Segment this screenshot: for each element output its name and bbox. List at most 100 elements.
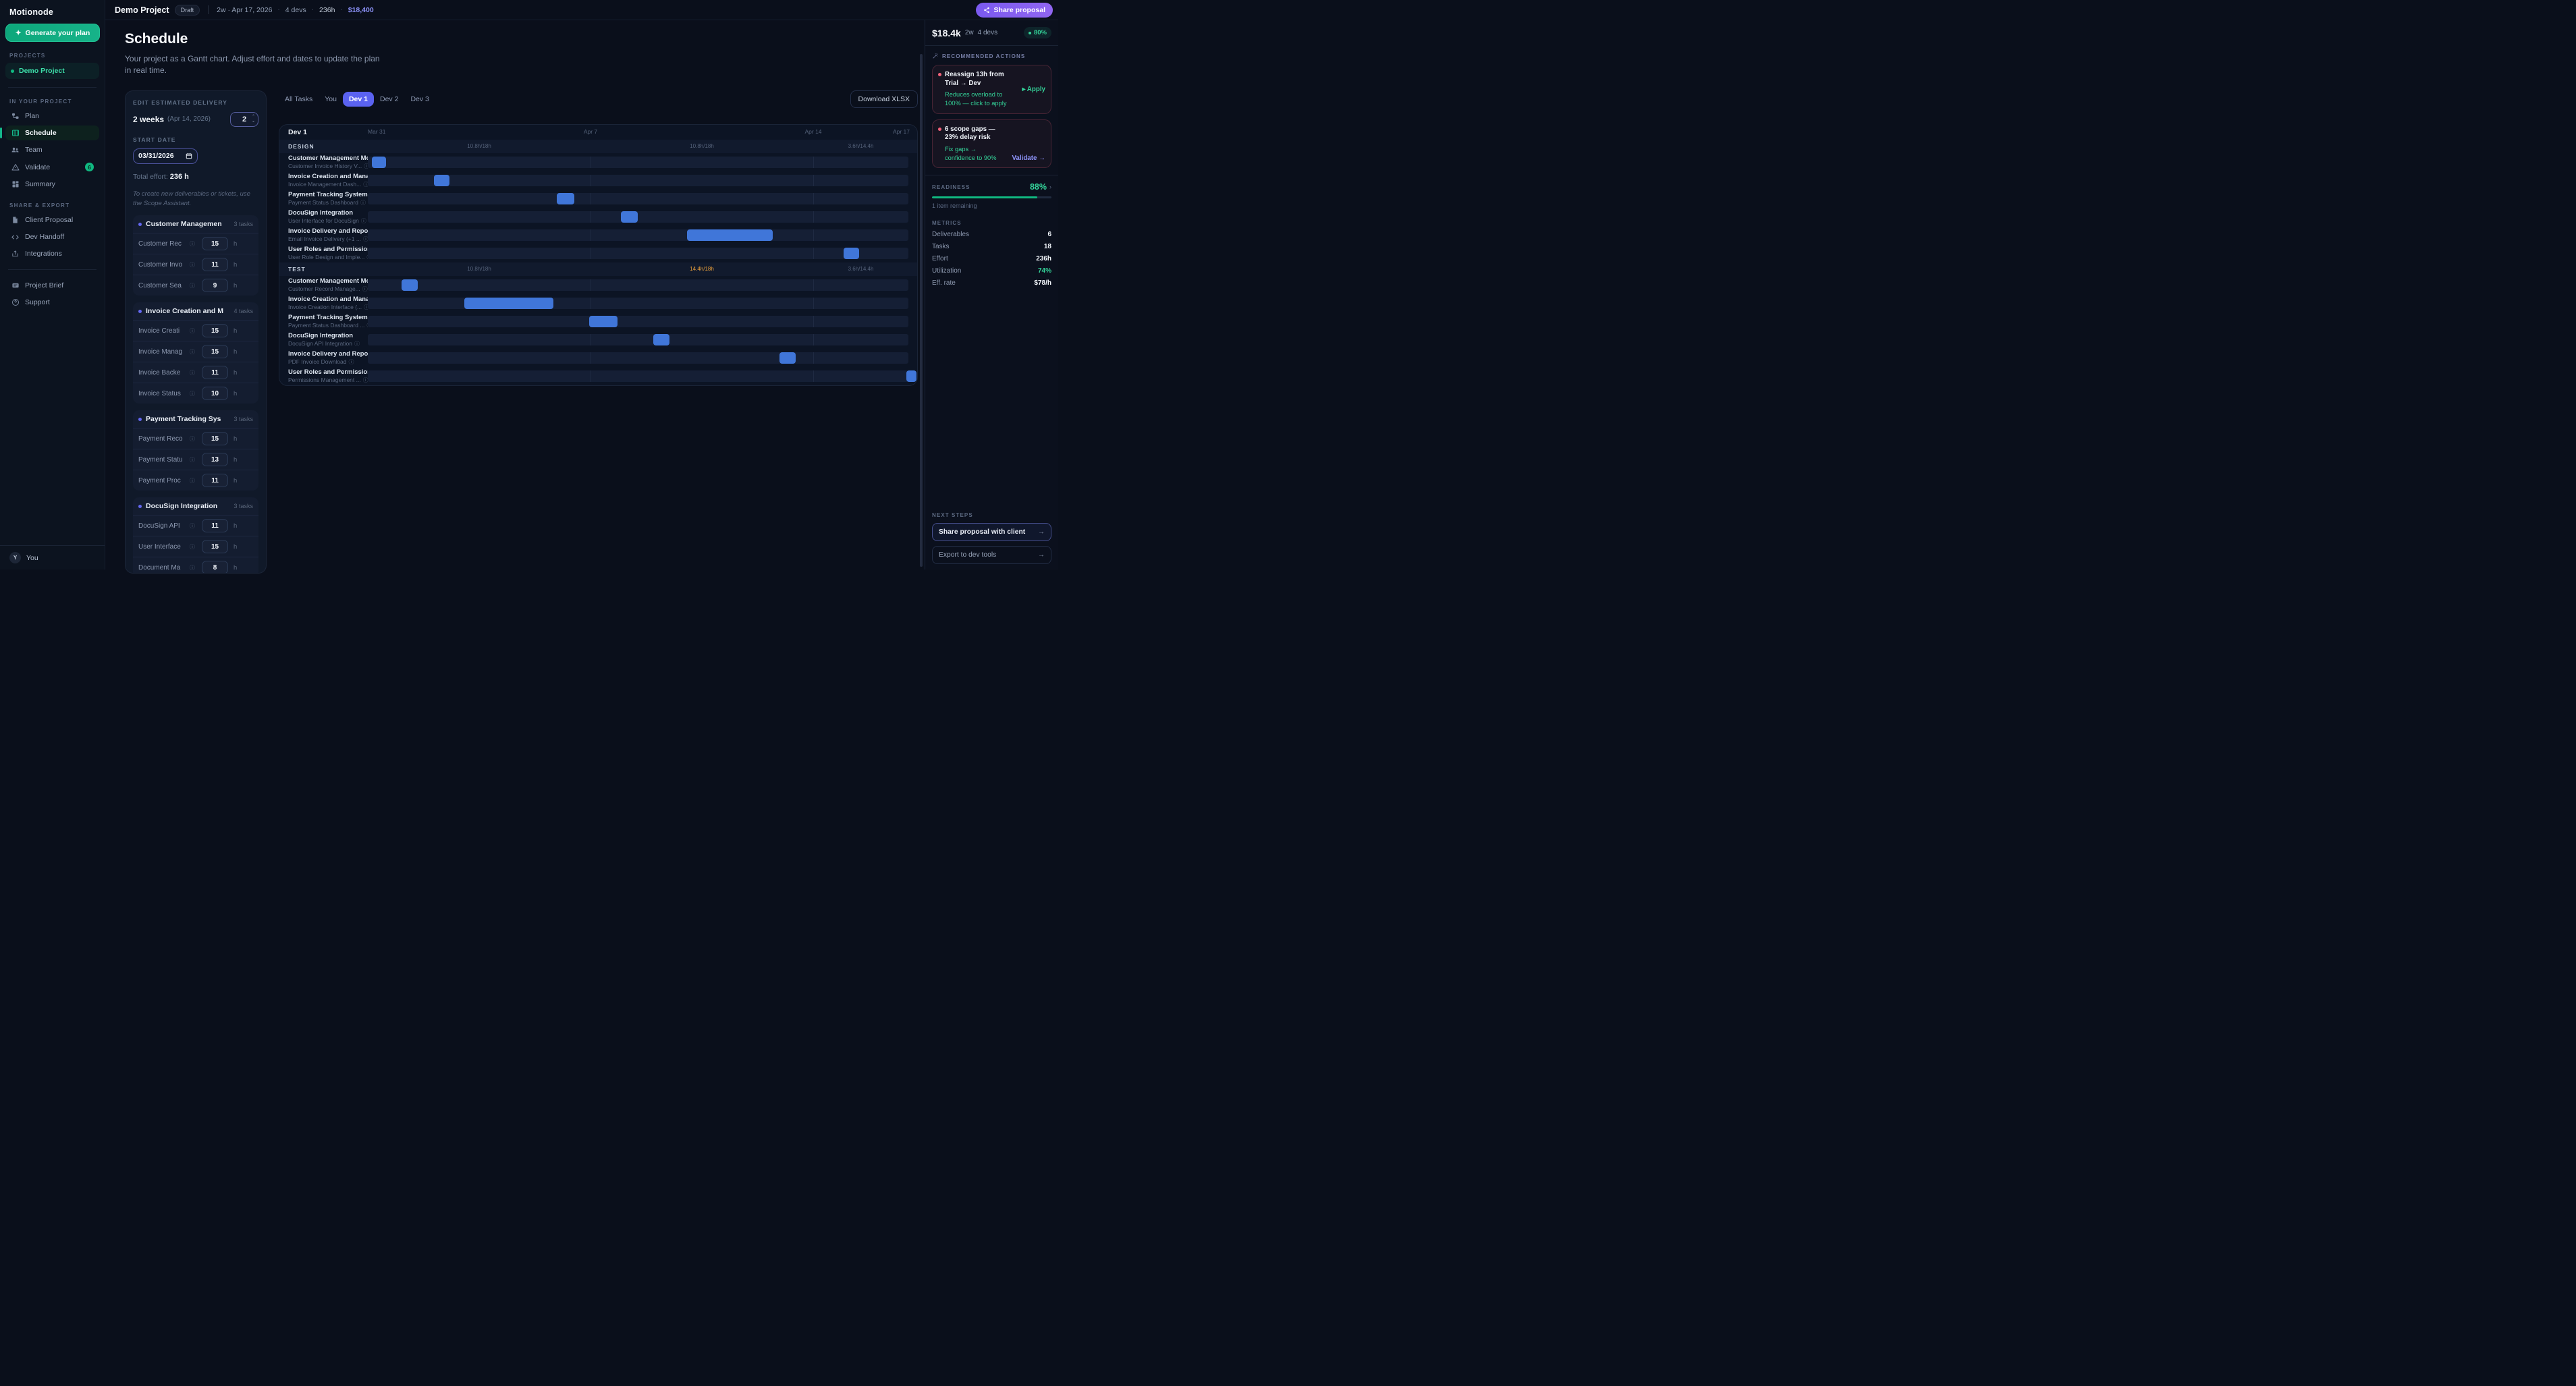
tab-all-tasks[interactable]: All Tasks	[279, 92, 319, 107]
tab-dev-3[interactable]: Dev 3	[404, 92, 435, 107]
hours-unit: h	[234, 348, 237, 356]
share-proposal-button[interactable]: Share proposal	[976, 3, 1053, 18]
gantt-bar[interactable]	[464, 298, 553, 309]
info-icon[interactable]: ⓘ	[190, 543, 195, 551]
info-icon[interactable]: ⓘ	[190, 369, 195, 377]
gantt-bar[interactable]	[653, 334, 669, 345]
gantt-bar[interactable]	[906, 370, 916, 382]
info-icon[interactable]: ⓘ	[363, 181, 368, 188]
info-icon[interactable]: ⓘ	[190, 348, 195, 356]
metric-row: Tasks18	[932, 243, 1051, 250]
sidebar-item-demo-project[interactable]: Demo Project	[5, 63, 99, 79]
group-task-count: 3 tasks	[234, 221, 253, 227]
sidebar-item-label: Schedule	[25, 129, 57, 137]
download-xlsx-button[interactable]: Download XLSX	[850, 90, 918, 108]
export-dev-tools-button[interactable]: Export to dev tools →	[932, 546, 1051, 564]
gantt-header: Dev 1 Mar 31 Apr 7 Apr 14 Apr 17	[279, 125, 917, 140]
info-icon[interactable]: ⓘ	[362, 285, 368, 293]
sidebar-item-dev-handoff[interactable]: Dev Handoff	[5, 229, 99, 244]
sidebar-item-team[interactable]: Team	[5, 142, 99, 157]
task-label: Invoice Status	[138, 390, 187, 397]
task-hours-input[interactable]: 8	[202, 561, 228, 573]
validate-link[interactable]: Validate →	[1012, 155, 1045, 162]
gantt-bar[interactable]	[621, 211, 638, 223]
task-hours-input[interactable]: 15	[202, 540, 228, 553]
gantt-bar[interactable]	[589, 316, 618, 327]
gantt-bar[interactable]	[402, 279, 418, 291]
info-icon[interactable]: ⓘ	[190, 477, 195, 484]
task-hours-input[interactable]: 15	[202, 345, 228, 358]
sidebar-item-schedule[interactable]: Schedule	[5, 126, 99, 140]
task-hours-input[interactable]: 15	[202, 324, 228, 337]
info-icon[interactable]: ⓘ	[190, 564, 195, 572]
info-icon[interactable]: ⓘ	[363, 235, 368, 243]
sidebar-item-summary[interactable]: Summary	[5, 177, 99, 192]
sidebar-item-project-brief[interactable]: Project Brief	[5, 278, 99, 293]
info-icon[interactable]: ⓘ	[190, 390, 195, 397]
tab-you[interactable]: You	[319, 92, 343, 107]
gantt-bar[interactable]	[779, 352, 796, 364]
info-icon[interactable]: ⓘ	[348, 358, 354, 366]
wand-icon	[932, 53, 939, 59]
section-name: TEST	[288, 266, 368, 273]
info-icon[interactable]: ⓘ	[190, 261, 195, 269]
info-icon[interactable]: ⓘ	[190, 435, 195, 443]
gantt-task-subtitle: User Interface for DocuSign	[288, 217, 359, 224]
sidebar-item-validate[interactable]: Validate 6	[5, 159, 99, 175]
gantt-task-title: DocuSign Integration	[288, 332, 368, 339]
weeks-stepper[interactable]: 2 ⌃ ⌄	[230, 112, 258, 127]
sidebar-item-client-proposal[interactable]: Client Proposal	[5, 213, 99, 227]
sidebar-item-integrations[interactable]: Integrations	[5, 246, 99, 261]
task-label: User Interface	[138, 543, 187, 551]
gantt-track	[368, 298, 908, 309]
task-hours-input[interactable]: 15	[202, 237, 228, 250]
task-hours-input[interactable]: 9	[202, 279, 228, 292]
gantt-bar[interactable]	[434, 175, 449, 186]
task-hours-input[interactable]: 15	[202, 432, 228, 445]
start-date-field[interactable]: 03/31/2026	[133, 148, 198, 164]
info-icon[interactable]: ⓘ	[190, 522, 195, 530]
sidebar-item-plan[interactable]: Plan	[5, 109, 99, 123]
chevron-right-icon[interactable]: ›	[1049, 184, 1051, 190]
calendar-icon[interactable]	[186, 153, 192, 159]
main-scrollbar[interactable]	[920, 54, 923, 567]
tab-dev-1[interactable]: Dev 1	[343, 92, 374, 107]
hours-unit: h	[234, 522, 237, 530]
task-label: Payment Proc	[138, 477, 187, 484]
gantt-bar[interactable]	[557, 193, 574, 204]
metric-label: Effort	[932, 255, 948, 262]
gantt-bar[interactable]	[844, 248, 859, 259]
stepper-up-icon[interactable]: ⌃	[252, 115, 255, 119]
sidebar-item-support[interactable]: Support	[5, 295, 99, 310]
info-icon[interactable]: ⓘ	[190, 282, 195, 289]
task-label: Invoice Manag	[138, 348, 187, 356]
info-icon[interactable]: ⓘ	[190, 240, 195, 248]
avatar[interactable]: Y	[9, 552, 21, 563]
task-hours-input[interactable]: 13	[202, 453, 228, 466]
apply-button[interactable]: ▸ Apply	[1022, 86, 1046, 93]
info-icon[interactable]: ⓘ	[360, 199, 366, 206]
info-icon[interactable]: ⓘ	[363, 377, 368, 384]
gantt-bar[interactable]	[687, 229, 773, 241]
stepper-down-icon[interactable]: ⌄	[252, 119, 255, 123]
metric-value: $78/h	[1034, 279, 1051, 287]
action-card-scope-gaps[interactable]: 6 scope gaps — 23% delay risk Fix gaps →…	[932, 119, 1051, 169]
tab-dev-2[interactable]: Dev 2	[374, 92, 404, 107]
info-icon[interactable]: ⓘ	[190, 456, 195, 464]
task-hours-input[interactable]: 11	[202, 474, 228, 487]
generate-plan-button[interactable]: ✦ Generate your plan	[5, 24, 100, 42]
action-card-reassign[interactable]: Reassign 13h from Trial → Dev Reduces ov…	[932, 65, 1051, 114]
hours-unit: h	[234, 477, 237, 484]
task-hours-input[interactable]: 10	[202, 387, 228, 400]
info-icon[interactable]: ⓘ	[190, 327, 195, 335]
scope-assistant-note: To create new deliverables or tickets, u…	[133, 190, 258, 209]
info-icon[interactable]: ⓘ	[354, 340, 360, 348]
hours-unit: h	[234, 282, 237, 289]
task-hours-input[interactable]: 11	[202, 258, 228, 271]
share-with-client-button[interactable]: Share proposal with client →	[932, 523, 1051, 541]
week-capacity: 3.6h/14.4h	[848, 143, 874, 149]
info-icon[interactable]: ⓘ	[361, 217, 366, 225]
task-hours-input[interactable]: 11	[202, 366, 228, 379]
gantt-bar[interactable]	[372, 157, 386, 168]
task-hours-input[interactable]: 11	[202, 519, 228, 532]
